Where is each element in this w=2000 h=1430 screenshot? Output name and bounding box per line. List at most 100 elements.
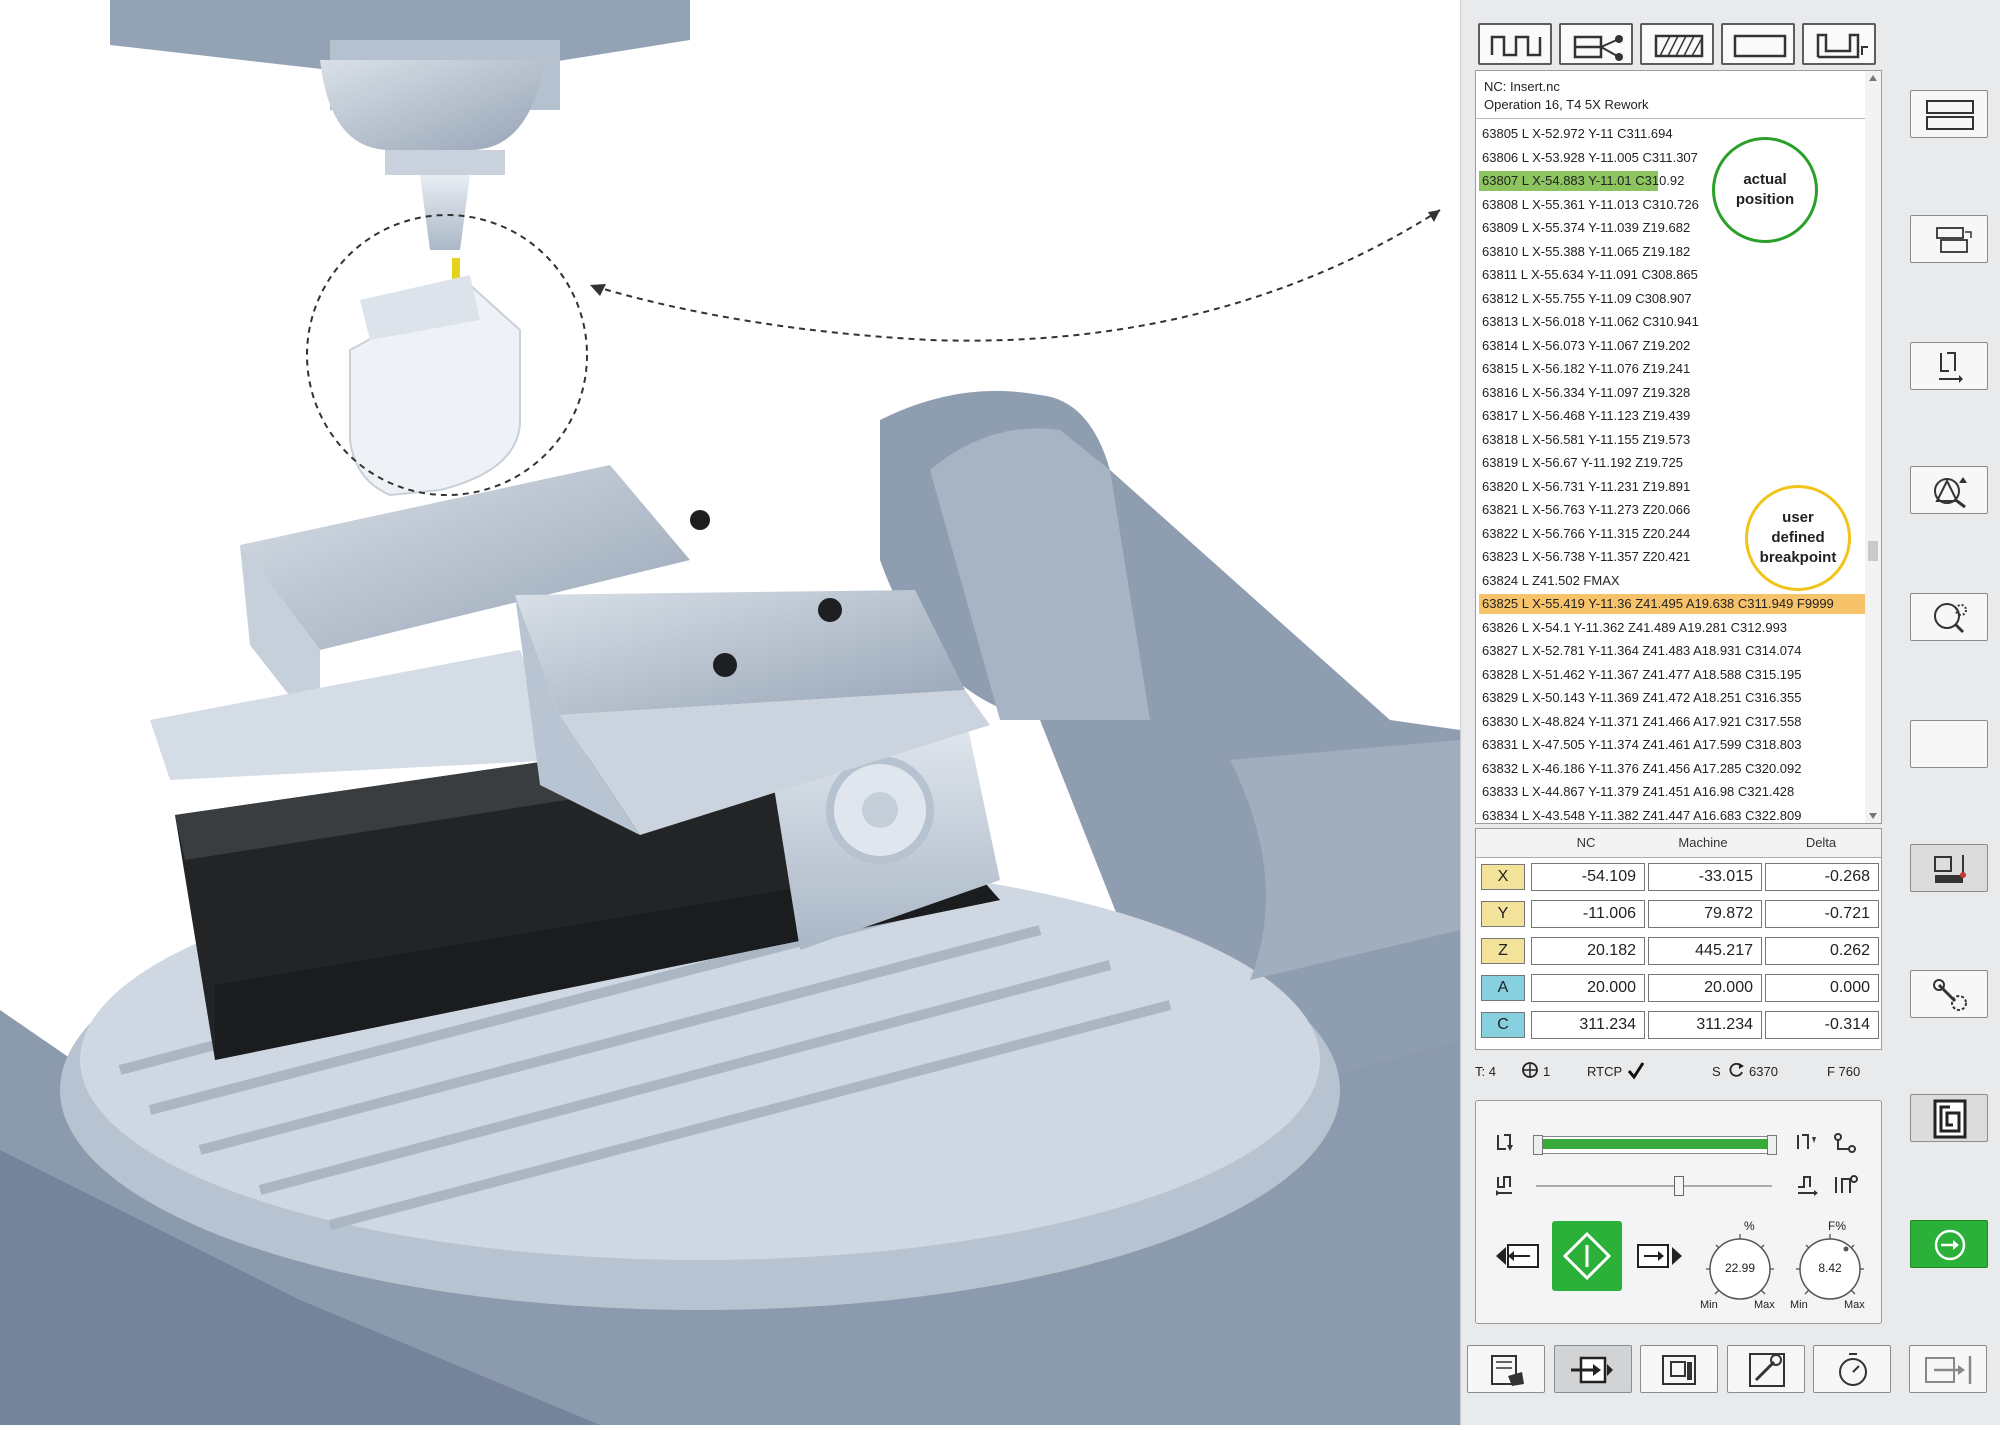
feed-rate: F 760 — [1827, 1064, 1861, 1079]
feed-override-value: 8.42 — [1818, 1261, 1842, 1275]
nc-line[interactable]: 63817 L X-56.468 Y-11.123 Z19.439 — [1479, 406, 1690, 426]
machine-status-row: T: 4 1 RTCP S 6370 F 760 — [1475, 1060, 1880, 1084]
axis-label-y: Y — [1481, 901, 1525, 927]
machine-view-button[interactable] — [1640, 1345, 1718, 1393]
single-block-icon[interactable] — [1832, 1173, 1858, 1202]
nc-line[interactable]: 63830 L X-48.824 Y-11.371 Z41.466 A17.92… — [1479, 712, 1802, 732]
machine-setup-button[interactable] — [1910, 844, 1988, 892]
view-pulse-button[interactable] — [1478, 23, 1552, 65]
simulation-control-panel: % 22.99 Min Max F% 8.42 Min Max — [1475, 1100, 1882, 1324]
nc-line[interactable]: 63832 L X-46.186 Y-11.376 Z41.456 A17.28… — [1479, 759, 1802, 779]
nc-line[interactable]: 63827 L X-52.781 Y-11.364 Z41.483 A18.93… — [1479, 641, 1802, 661]
empty-slot-button[interactable] — [1910, 720, 1988, 768]
view-toolpath-button[interactable] — [1559, 23, 1633, 65]
collision-warning-icon — [1934, 477, 1967, 509]
nc-line[interactable]: 63807 L X-54.883 Y-11.01 C310.92 — [1479, 171, 1684, 191]
view-fixture-button[interactable] — [1802, 23, 1876, 65]
nc-line[interactable]: 63831 L X-47.505 Y-11.374 Z41.461 A17.59… — [1479, 735, 1802, 755]
spindle-override-dial[interactable]: % 22.99 Min Max — [1700, 1219, 1780, 1311]
machine-cabinet-icon — [1662, 1355, 1696, 1385]
nc-line[interactable]: 63826 L X-54.1 Y-11.362 Z41.489 A19.281 … — [1479, 618, 1787, 638]
view-stock-button[interactable] — [1640, 23, 1714, 65]
split-view-button[interactable] — [1910, 90, 1988, 138]
toolpath-nodes-icon — [1573, 35, 1623, 61]
tool-settings-button[interactable] — [1910, 970, 1988, 1018]
nc-line[interactable]: 63825 L X-55.419 Y-11.36 Z41.495 A19.638… — [1479, 594, 1866, 614]
value-nc-a: 20.000 — [1531, 974, 1645, 1002]
step-forward-icon[interactable] — [1794, 1173, 1818, 1202]
nc-line[interactable]: 63816 L X-56.334 Y-11.097 Z19.328 — [1479, 383, 1690, 403]
nc-line[interactable]: 63829 L X-50.143 Y-11.369 Z41.472 A18.25… — [1479, 688, 1802, 708]
nc-hand-icon — [1491, 1355, 1524, 1386]
nc-line[interactable]: 63811 L X-55.634 Y-11.091 C308.865 — [1479, 265, 1698, 285]
nc-file-name: NC: Insert.nc — [1484, 79, 1560, 94]
previous-block-button[interactable] — [1494, 1241, 1542, 1276]
collision-warning-button[interactable] — [1910, 466, 1988, 514]
step-into-button[interactable] — [1910, 342, 1988, 390]
machine-3d-viewport[interactable] — [0, 0, 1460, 1425]
step-to-start-icon[interactable] — [1494, 1131, 1518, 1160]
nc-line[interactable]: 63806 L X-53.928 Y-11.005 C311.307 — [1479, 148, 1698, 168]
spiral-mode-button[interactable] — [1910, 1094, 1988, 1142]
split-view-icon — [1926, 100, 1974, 130]
nc-line[interactable]: 63815 L X-56.182 Y-11.076 Z19.241 — [1479, 359, 1690, 379]
tool-number: T: 4 — [1475, 1064, 1496, 1079]
enter-circle-icon — [1934, 1229, 1966, 1261]
nc-line[interactable]: 63808 L X-55.361 Y-11.013 C310.726 — [1479, 195, 1699, 215]
nc-list-scrollbar[interactable] — [1865, 70, 1882, 824]
stopwatch-icon — [1839, 1353, 1867, 1386]
nc-line[interactable]: 63833 L X-44.867 Y-11.379 Z41.451 A16.98… — [1479, 782, 1794, 802]
value-delta-x: -0.268 — [1765, 863, 1879, 891]
axis-label-x: X — [1481, 864, 1525, 890]
enter-button[interactable] — [1910, 1220, 1988, 1268]
tool-manager-button[interactable] — [1727, 1345, 1805, 1393]
wrench-icon — [1749, 1353, 1785, 1387]
simulation-progress-bar — [1533, 1135, 1777, 1155]
value-nc-z: 20.182 — [1531, 937, 1645, 965]
nc-line[interactable]: 63834 L X-43.548 Y-11.382 Z41.447 A16.68… — [1479, 806, 1802, 824]
loop-path-icon[interactable] — [1832, 1131, 1858, 1160]
speed-slider-thumb[interactable] — [1673, 1176, 1684, 1196]
nc-line[interactable]: 63819 L X-56.67 Y-11.192 Z19.725 — [1479, 453, 1683, 473]
nc-machine-button[interactable] — [1910, 215, 1988, 263]
nc-line[interactable]: 63814 L X-56.073 Y-11.067 Z19.202 — [1479, 336, 1690, 356]
nc-line[interactable]: 63828 L X-51.462 Y-11.367 Z41.477 A18.58… — [1479, 665, 1802, 685]
col-header-machine: Machine — [1678, 835, 1728, 850]
nc-line[interactable]: 63821 L X-56.763 Y-11.273 Z20.066 — [1479, 500, 1690, 520]
nc-line[interactable]: 63805 L X-52.972 Y-11 C311.694 — [1479, 124, 1673, 144]
speed-slider-track[interactable] — [1536, 1176, 1772, 1196]
col-header-delta: Delta — [1805, 835, 1837, 850]
step-back-icon[interactable] — [1494, 1173, 1518, 1202]
exit-button[interactable] — [1909, 1345, 1987, 1393]
timer-button[interactable] — [1813, 1345, 1891, 1393]
spindle-rotation-icon — [1727, 1061, 1745, 1082]
nc-line[interactable]: 63824 L Z41.502 FMAX — [1479, 571, 1620, 591]
nc-line[interactable]: 63822 L X-56.766 Y-11.315 Z20.244 — [1479, 524, 1690, 544]
axis-label-a: A — [1481, 975, 1525, 1001]
simulation-mode-button[interactable] — [1554, 1345, 1632, 1393]
spindle-dial-label: % — [1744, 1219, 1755, 1233]
work-origin-icon — [1521, 1061, 1539, 1082]
nc-line[interactable]: 63809 L X-55.374 Y-11.039 Z19.682 — [1479, 218, 1690, 238]
progress-fill — [1537, 1139, 1773, 1149]
nc-line[interactable]: 63823 L X-56.738 Y-11.357 Z20.421 — [1479, 547, 1690, 567]
inspect-tool-button[interactable] — [1910, 593, 1988, 641]
nc-line[interactable]: 63820 L X-56.731 Y-11.231 Z19.891 — [1479, 477, 1690, 497]
step-into-icon — [1939, 352, 1963, 383]
nc-line[interactable]: 63818 L X-56.581 Y-11.155 Z19.573 — [1479, 430, 1690, 450]
axis-position-table: NC Machine Delta X -54.109 -33.015 -0.268 Y -… — [1475, 828, 1882, 1050]
nc-line[interactable]: 63813 L X-56.018 Y-11.062 C310.941 — [1479, 312, 1699, 332]
nc-line[interactable]: 63810 L X-55.388 Y-11.065 Z19.182 — [1479, 242, 1690, 262]
value-machine-z: 445.217 — [1648, 937, 1762, 965]
next-block-button[interactable] — [1636, 1241, 1684, 1276]
feed-override-dial[interactable]: F% 8.42 Min Max — [1790, 1219, 1870, 1311]
actual-position-label: actual position — [1735, 171, 1795, 208]
step-to-end-icon[interactable] — [1794, 1131, 1818, 1160]
view-blank-button[interactable] — [1721, 23, 1795, 65]
value-delta-c: -0.314 — [1765, 1011, 1879, 1039]
nc-operation: Operation 16, T4 5X Rework — [1484, 97, 1649, 112]
start-simulation-button[interactable] — [1552, 1221, 1622, 1291]
nc-editor-button[interactable] — [1467, 1345, 1545, 1393]
nc-line[interactable]: 63812 L X-55.755 Y-11.09 C308.907 — [1479, 289, 1692, 309]
value-machine-y: 79.872 — [1648, 900, 1762, 928]
